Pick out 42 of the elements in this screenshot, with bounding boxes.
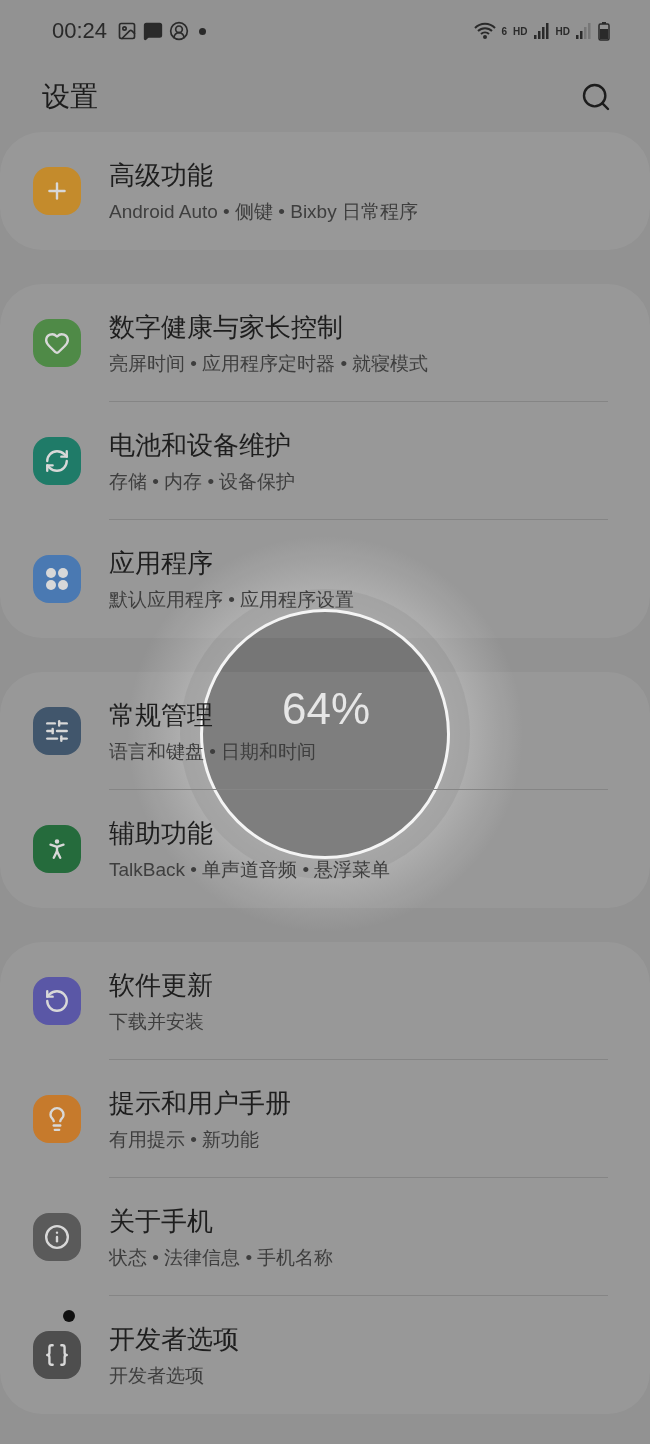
wifi-label: 6 bbox=[501, 25, 508, 37]
account-icon bbox=[169, 21, 190, 41]
item-title: 辅助功能 bbox=[109, 816, 214, 850]
status-time: 00:24 bbox=[52, 18, 108, 44]
settings-item[interactable]: 提示和用户手册 有用提示 • 新功能 bbox=[0, 1060, 650, 1178]
signal-icon bbox=[576, 23, 592, 39]
message-icon bbox=[143, 21, 164, 41]
settings-item[interactable]: 辅助功能 TalkBack • 单声道音频 • 悬浮菜单 bbox=[0, 790, 650, 908]
item-title: 数字健康与家长控制 bbox=[109, 310, 344, 344]
item-title: 应用程序 bbox=[109, 546, 214, 580]
battery-icon bbox=[598, 21, 610, 41]
wifi-icon bbox=[473, 22, 496, 40]
progress-percent: 64% bbox=[282, 688, 371, 730]
item-subtitle: 开发者选项 bbox=[109, 1363, 205, 1388]
item-subtitle: 有用提示 • 新功能 bbox=[109, 1127, 261, 1152]
settings-item[interactable]: 关于手机 状态 • 法律信息 • 手机名称 bbox=[0, 1178, 650, 1296]
item-subtitle: 亮屏时间 • 应用程序定时器 • 就寝模式 bbox=[109, 351, 429, 376]
image-icon bbox=[117, 21, 138, 41]
search-icon[interactable] bbox=[580, 81, 612, 113]
item-subtitle: 默认应用程序 • 应用程序设置 bbox=[109, 587, 355, 612]
item-title: 软件更新 bbox=[109, 968, 213, 1002]
settings-item[interactable]: 应用程序 默认应用程序 • 应用程序设置 bbox=[0, 520, 650, 638]
item-title: 开发者选项 bbox=[109, 1322, 239, 1356]
settings-item[interactable]: 软件更新 下载并安装 bbox=[0, 942, 650, 1060]
item-subtitle: 状态 • 法律信息 • 手机名称 bbox=[109, 1245, 334, 1270]
settings-item[interactable]: 数字健康与家长控制 亮屏时间 • 应用程序定时器 • 就寝模式 bbox=[0, 284, 650, 402]
item-title: 提示和用户手册 bbox=[109, 1086, 291, 1120]
dot-icon bbox=[199, 27, 207, 35]
item-title: 关于手机 bbox=[109, 1204, 214, 1238]
settings-item[interactable]: 高级功能 Android Auto • 侧键 • Bixby 日常程序 bbox=[0, 132, 650, 250]
hd-label: HD bbox=[555, 25, 570, 37]
item-subtitle: 存储 • 内存 • 设备保护 bbox=[109, 469, 296, 494]
item-subtitle: TalkBack • 单声道音频 • 悬浮菜单 bbox=[109, 857, 391, 882]
item-subtitle: 下载并安装 bbox=[109, 1009, 205, 1034]
settings-item[interactable]: 开发者选项 开发者选项 bbox=[0, 1296, 650, 1414]
page-title: 设置 bbox=[42, 80, 98, 114]
item-subtitle: Android Auto • 侧键 • Bixby 日常程序 bbox=[109, 199, 418, 224]
settings-item[interactable]: 电池和设备维护 存储 • 内存 • 设备保护 bbox=[0, 402, 650, 520]
item-title: 电池和设备维护 bbox=[109, 428, 292, 462]
item-title: 高级功能 bbox=[109, 158, 214, 192]
hd-label: HD bbox=[513, 25, 528, 37]
signal-icon bbox=[533, 23, 550, 39]
